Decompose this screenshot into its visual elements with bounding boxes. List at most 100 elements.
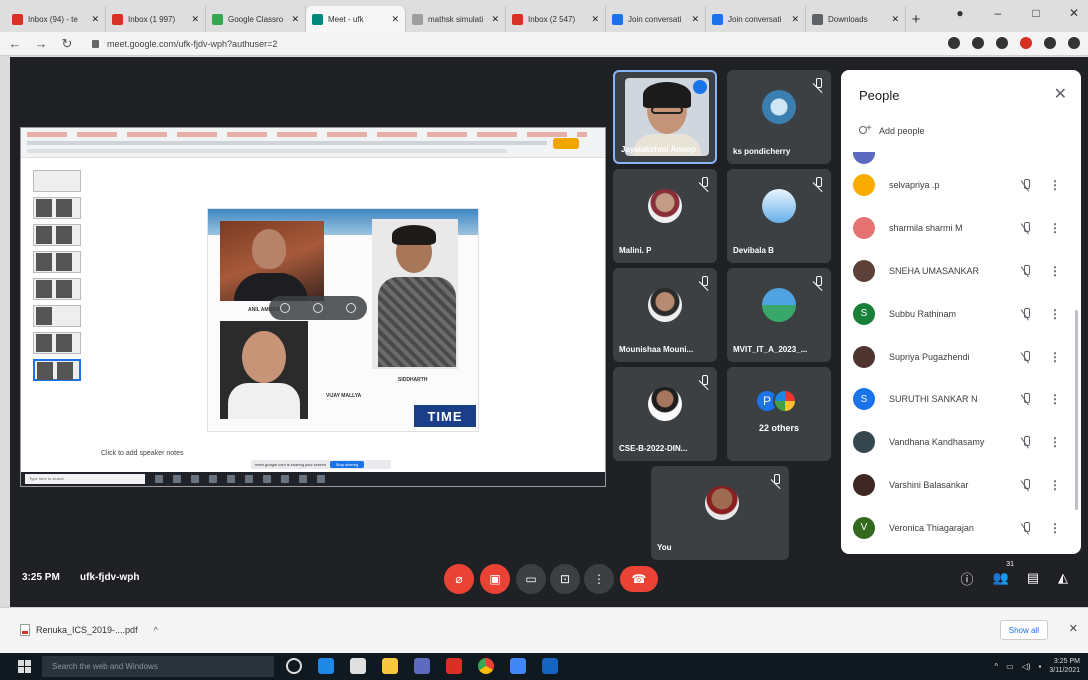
reload-icon[interactable]: ↻ (60, 36, 74, 52)
tab-close-icon[interactable]: ✕ (891, 14, 899, 25)
more-vert-icon[interactable]: ⋮ (1049, 307, 1061, 321)
tab-close-icon[interactable]: ✕ (591, 14, 599, 25)
more-vert-icon[interactable]: ⋮ (1049, 478, 1061, 492)
more-vert-icon[interactable]: ⋮ (1049, 392, 1061, 406)
chat-button[interactable]: ▤ (1022, 567, 1044, 589)
taskbar-search[interactable]: Search the web and Windows (42, 656, 274, 677)
browser-tab[interactable]: mathsk simulati ✕ (406, 6, 506, 32)
browser-tab[interactable]: Meet - ufk ✕ (306, 6, 406, 32)
browser-tab[interactable]: Join conversati ✕ (706, 6, 806, 32)
mic-off-icon (1021, 179, 1031, 191)
profile-icon[interactable]: ● (952, 6, 968, 20)
camera-toggle-button[interactable]: ▣ (480, 564, 510, 594)
tab-close-icon[interactable]: ✕ (391, 14, 399, 25)
more-vert-icon[interactable]: ⋮ (1049, 350, 1061, 364)
close-icon[interactable]: ✕ (1069, 622, 1078, 635)
participant-tile[interactable]: Devibala B (727, 169, 831, 263)
more-vert-icon[interactable]: ⋮ (1049, 521, 1061, 535)
new-tab-button[interactable]: + (906, 6, 926, 32)
participant-tile[interactable]: ks pondicherry (727, 70, 831, 164)
chrome-icon[interactable] (478, 658, 494, 674)
download-item[interactable]: Renuka_ICS_2019-....pdf ^ (20, 624, 158, 636)
profile-avatar-icon[interactable] (1068, 37, 1080, 49)
mic-off-icon (1021, 393, 1031, 405)
teams-icon[interactable] (414, 658, 430, 674)
tab-close-icon[interactable]: ✕ (191, 14, 199, 25)
add-people-button[interactable]: Add people (859, 123, 925, 136)
url-field[interactable]: meet.google.com/ufk-fjdv-wph?authuser=2 (86, 35, 726, 53)
task-view-icon[interactable] (286, 658, 302, 674)
close-window-button[interactable]: ✕ (1066, 6, 1082, 20)
extension-icon[interactable] (1020, 37, 1032, 49)
puzzle-icon[interactable] (1044, 37, 1056, 49)
tab-close-icon[interactable]: ✕ (691, 14, 699, 25)
minus-icon[interactable] (345, 303, 356, 313)
participant-tile[interactable]: Mounishaa Mouni... (613, 268, 717, 362)
leave-call-button[interactable]: ☎ (620, 566, 658, 592)
chevron-up-icon[interactable]: ^ (154, 625, 158, 635)
browser-tab[interactable]: Inbox (2 547) ✕ (506, 6, 606, 32)
mic-off-icon (813, 177, 823, 189)
tab-label: Inbox (94) - te (28, 14, 78, 24)
participant-tile[interactable]: Jayalakshmi Anoop (613, 70, 717, 164)
browser-tab[interactable]: Inbox (1 997) ✕ (106, 6, 206, 32)
participant-list-name: SNEHA UMASANKAR (889, 265, 980, 276)
participant-list-avatar (853, 174, 875, 197)
slide-thumbnail (33, 332, 81, 354)
zoom-icon[interactable] (280, 303, 291, 313)
participant-tile[interactable]: Malini. P (613, 169, 717, 263)
browser-tab[interactable]: Google Classro ✕ (206, 6, 306, 32)
more-vert-icon[interactable]: ⋮ (1049, 221, 1061, 235)
more-vert-icon[interactable]: ⋮ (1049, 178, 1061, 192)
camera-indicator-icon[interactable] (948, 37, 960, 49)
time-logo: TIME (414, 405, 476, 427)
mic-off-icon (771, 474, 781, 486)
people-scrollbar[interactable] (1075, 310, 1078, 510)
back-icon[interactable]: ← (8, 36, 22, 51)
tab-close-icon[interactable]: ✕ (291, 14, 299, 25)
participant-tile[interactable]: CSE-B-2022-DIN... (613, 367, 717, 461)
minimize-button[interactable]: – (990, 6, 1006, 20)
store-icon[interactable] (350, 658, 366, 674)
meeting-details-button[interactable]: ⓘ (956, 567, 978, 589)
pen-icon[interactable] (312, 303, 323, 313)
edge-icon[interactable] (318, 658, 334, 674)
maximize-button[interactable]: □ (1028, 6, 1044, 20)
file-explorer-icon[interactable] (382, 658, 398, 674)
show-all-button[interactable]: Show all (999, 620, 1048, 640)
url-text: meet.google.com/ufk-fjdv-wph?authuser=2 (107, 38, 278, 49)
mic-toggle-button[interactable]: ⌀ (444, 564, 474, 594)
notification-icon[interactable]: ▪ (1039, 662, 1042, 671)
windows-start-icon[interactable] (18, 660, 31, 673)
present-now-button[interactable]: ⊡ (550, 564, 580, 594)
volume-icon[interactable]: ◁) (1022, 662, 1031, 671)
browser-tab[interactable]: Inbox (94) - te ✕ (6, 6, 106, 32)
tab-close-icon[interactable]: ✕ (91, 14, 99, 25)
star-icon[interactable] (972, 37, 984, 49)
more-vert-icon[interactable]: ⋮ (1049, 264, 1061, 278)
others-tile[interactable]: P 22 others (727, 367, 831, 461)
captions-button[interactable]: ▭ (516, 564, 546, 594)
activities-button[interactable]: ◭ (1052, 567, 1074, 589)
forward-icon[interactable]: → (34, 36, 48, 51)
more-vert-icon[interactable]: ⋮ (1049, 435, 1061, 449)
participant-tile[interactable]: MVIT_IT_A_2023_... (727, 268, 831, 362)
mic-off-icon (699, 177, 709, 189)
network-icon[interactable]: ▭ (1006, 662, 1014, 671)
close-icon[interactable]: ✕ (1054, 84, 1067, 104)
app-icon[interactable] (542, 658, 558, 674)
clock[interactable]: 3:25 PM 3/11/2021 (1049, 657, 1080, 675)
app-icon[interactable] (446, 658, 462, 674)
browser-tab[interactable]: Downloads ✕ (806, 6, 906, 32)
slide-photo-1 (220, 221, 324, 301)
tab-close-icon[interactable]: ✕ (791, 14, 799, 25)
app-icon[interactable] (510, 658, 526, 674)
tray-chevron-icon[interactable]: ^ (994, 662, 998, 671)
people-button[interactable]: 👥 31 (990, 561, 1014, 589)
people-panel-title: People (859, 88, 900, 103)
browser-tab[interactable]: Join conversati ✕ (606, 6, 706, 32)
extension-icon[interactable] (996, 37, 1008, 49)
self-tile[interactable]: You (651, 466, 789, 560)
more-options-button[interactable]: ⋮ (584, 564, 614, 594)
tab-close-icon[interactable]: ✕ (491, 14, 499, 25)
